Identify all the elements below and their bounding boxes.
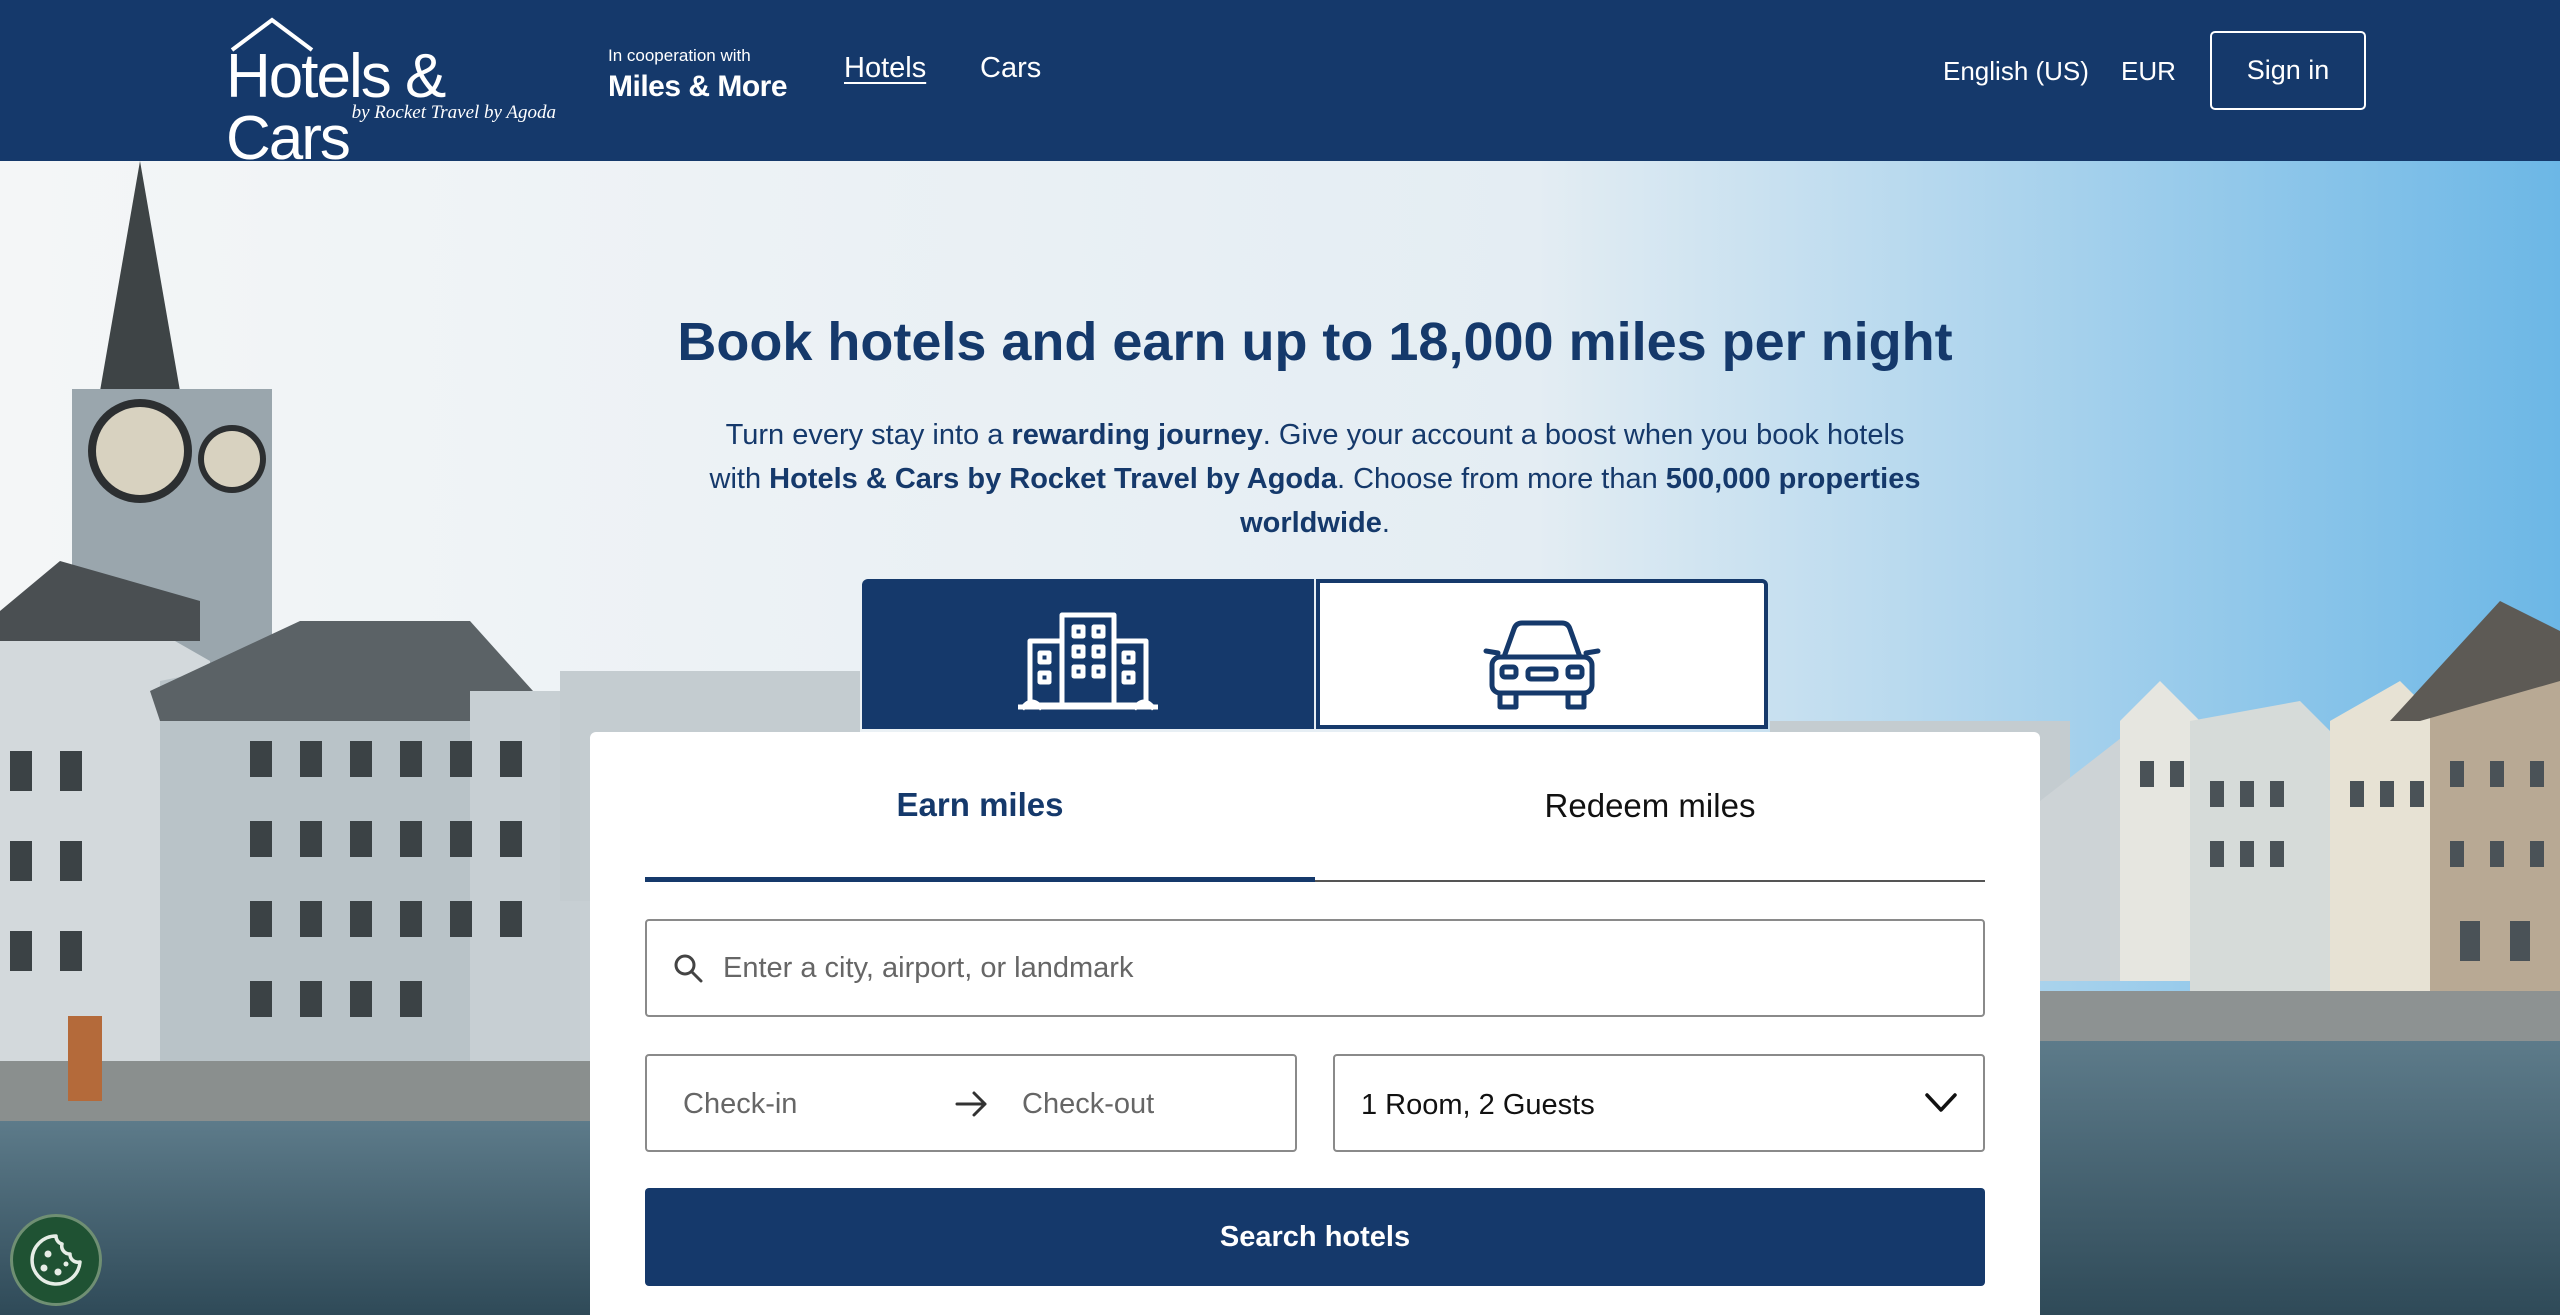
destination-field[interactable] [645, 919, 1985, 1017]
hero-text-bold: Hotels & Cars by Rocket Travel by Agoda [769, 463, 1337, 495]
arrow-right-icon [955, 1091, 987, 1117]
hero-text-part: Turn every stay into a [725, 419, 1012, 451]
partner-caption: In cooperation with [608, 46, 751, 65]
nav-hotels-link[interactable]: Hotels [844, 52, 926, 85]
cookie-settings-button[interactable] [10, 1214, 102, 1306]
site-header: Hotels & Cars by Rocket Travel by Agoda … [0, 0, 2560, 170]
hotels-cars-logo[interactable]: Hotels & Cars by Rocket Travel by Agoda [226, 16, 556, 170]
hero-description: Turn every stay into a rewarding journey… [700, 413, 1930, 545]
hero-title: Book hotels and earn up to 18,000 miles … [677, 312, 1953, 372]
hero-text-part: . Choose from more than [1336, 463, 1666, 495]
tab-redeem-miles[interactable]: Redeem miles [1315, 732, 1985, 882]
sign-in-button[interactable]: Sign in [2210, 31, 2366, 110]
date-range-picker[interactable]: Check-in Check-out [645, 1054, 1297, 1152]
partner-logo: In cooperation with Miles & More [608, 46, 788, 104]
destination-input[interactable] [723, 951, 1923, 985]
search-card: Earn miles Redeem miles Check-in Check-o… [590, 732, 2040, 1315]
language-selector[interactable]: English (US) [1943, 56, 2089, 87]
hero-section: Book hotels and earn up to 18,000 miles … [0, 161, 2560, 1315]
logo-tagline: by Rocket Travel by Agoda [351, 102, 556, 123]
chevron-down-icon [1925, 1093, 1957, 1112]
car-icon [1483, 620, 1601, 710]
cookie-icon [30, 1234, 82, 1286]
partner-name: Miles & More [608, 70, 788, 103]
hero-text-part: . [1381, 507, 1390, 539]
search-icon [674, 954, 703, 983]
hotel-building-icon [1018, 612, 1158, 711]
check-out-field[interactable]: Check-out [1022, 1088, 1154, 1121]
search-hotels-button[interactable]: Search hotels [645, 1188, 1985, 1286]
rooms-guests-value: 1 Room, 2 Guests [1361, 1089, 1595, 1121]
check-in-field[interactable]: Check-in [683, 1088, 797, 1121]
tab-earn-miles[interactable]: Earn miles [645, 732, 1315, 882]
tab-cars[interactable] [1316, 579, 1768, 729]
tab-hotels[interactable] [862, 579, 1314, 729]
rooms-guests-select[interactable]: 1 Room, 2 Guests [1333, 1054, 1985, 1152]
currency-selector[interactable]: EUR [2121, 56, 2176, 87]
hero-text-bold: rewarding journey [1011, 419, 1263, 451]
nav-cars-link[interactable]: Cars [980, 52, 1041, 85]
